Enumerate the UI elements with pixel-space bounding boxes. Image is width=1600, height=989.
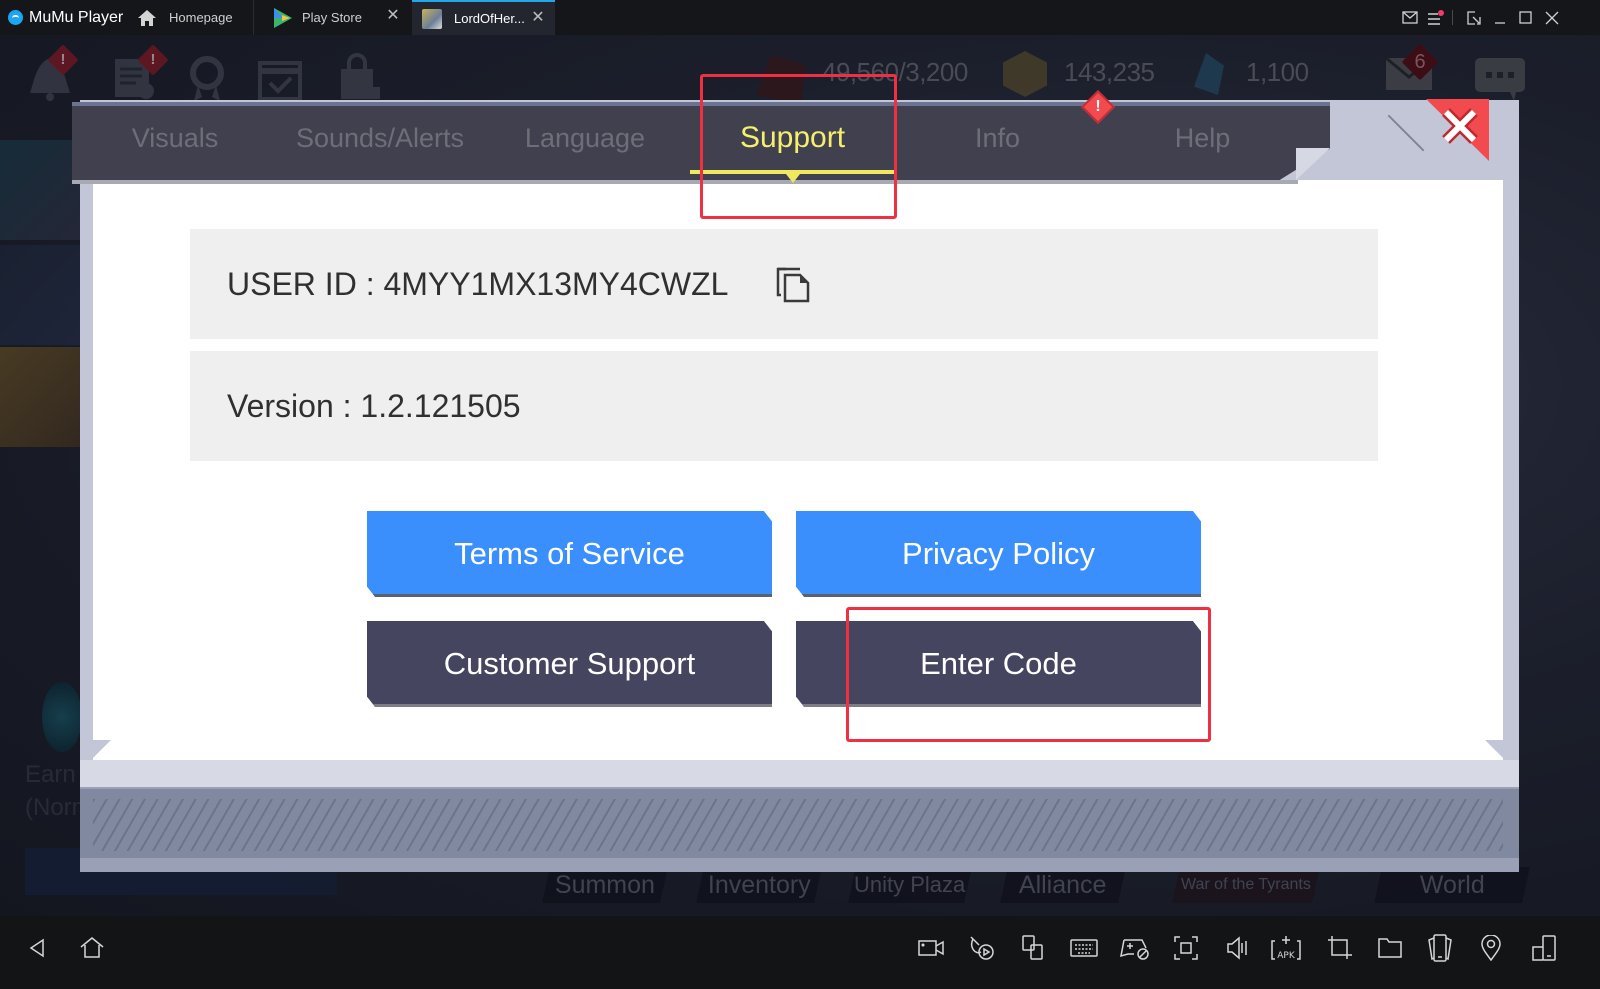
customer-support-button[interactable]: Customer Support xyxy=(367,621,772,707)
rotate-screen-icon[interactable] xyxy=(1422,930,1458,966)
corner-decoration xyxy=(1485,740,1503,758)
user-id-row: USER ID : 4MYY1MX13MY4CWZL xyxy=(190,229,1378,339)
menu-icon[interactable] xyxy=(1423,0,1449,35)
dialog-footer-edge xyxy=(80,760,1519,787)
svg-text:APK: APK xyxy=(1277,951,1296,961)
back-icon[interactable] xyxy=(20,930,56,966)
controls-divider xyxy=(1452,10,1453,25)
tab-help[interactable]: Help xyxy=(1155,118,1250,158)
tabbar-shadow xyxy=(72,180,1298,184)
pin-window-icon[interactable] xyxy=(1461,0,1487,35)
minimize-icon[interactable] xyxy=(1487,0,1513,35)
keyboard-icon[interactable] xyxy=(1066,930,1102,966)
settings-dialog: Visuals Sounds/Alerts Language Support I… xyxy=(72,90,1519,872)
version-text: Version : 1.2.121505 xyxy=(227,387,521,424)
tab-label: Play Store xyxy=(302,10,362,25)
tab-language[interactable]: Language xyxy=(515,118,655,158)
multi-instance-icon[interactable] xyxy=(1015,930,1051,966)
close-x-icon[interactable] xyxy=(1440,106,1480,146)
maximize-icon[interactable] xyxy=(1512,0,1538,35)
footer-stripes xyxy=(93,799,1503,851)
volume-icon[interactable] xyxy=(1219,930,1255,966)
tab-divider xyxy=(253,0,254,35)
tab-sounds-alerts[interactable]: Sounds/Alerts xyxy=(280,118,480,158)
corner-decoration xyxy=(93,740,111,758)
tab-lord-of-heroes[interactable]: LordOfHer... ✕ xyxy=(412,0,555,35)
play-store-icon xyxy=(270,7,292,28)
user-id-text: USER ID : 4MYY1MX13MY4CWZL xyxy=(227,265,729,302)
tab-label: Homepage xyxy=(169,10,233,25)
location-icon[interactable] xyxy=(1473,930,1509,966)
settings-tab-bar xyxy=(72,102,1330,180)
shared-folder-icon[interactable] xyxy=(1372,930,1408,966)
emulator-toolbar: APK xyxy=(0,916,1600,989)
game-thumbnail-icon xyxy=(422,8,442,29)
gamepad-icon[interactable] xyxy=(1117,930,1153,966)
app-name: MuMu Player xyxy=(29,8,124,26)
fullscreen-icon[interactable] xyxy=(1168,930,1204,966)
mail-icon[interactable] xyxy=(1397,0,1423,35)
close-window-icon[interactable] xyxy=(1539,0,1565,35)
record-video-icon[interactable] xyxy=(913,930,949,966)
tab-info[interactable]: Info xyxy=(950,118,1045,158)
tab-homepage[interactable]: Homepage xyxy=(137,0,233,35)
notification-dot xyxy=(1438,9,1444,16)
tab-visuals[interactable]: Visuals xyxy=(120,118,230,158)
terms-of-service-button[interactable]: Terms of Service xyxy=(367,511,772,597)
title-bar: MuMu Player Homepage Play Store ✕ LordOf… xyxy=(0,0,1600,35)
active-tab-pointer xyxy=(786,174,800,183)
tab-label: LordOfHer... xyxy=(454,11,525,26)
privacy-policy-button[interactable]: Privacy Policy xyxy=(796,511,1201,597)
operation-record-icon[interactable] xyxy=(964,930,1000,966)
android-home-icon[interactable] xyxy=(74,930,110,966)
multi-window-icon[interactable] xyxy=(1526,930,1562,966)
copy-icon[interactable] xyxy=(776,265,810,303)
close-tab-icon[interactable]: ✕ xyxy=(386,8,400,24)
mumu-logo-icon xyxy=(8,10,23,25)
close-tab-icon[interactable]: ✕ xyxy=(531,10,545,26)
install-apk-icon[interactable]: APK xyxy=(1268,930,1304,966)
home-icon xyxy=(137,8,157,28)
tab-support[interactable]: Support xyxy=(720,118,865,158)
version-row: Version : 1.2.121505 xyxy=(190,351,1378,461)
dialog-footer xyxy=(80,787,1519,872)
enter-code-button[interactable]: Enter Code xyxy=(796,621,1201,707)
tab-play-store[interactable]: Play Store ✕ xyxy=(270,0,410,35)
footer-bottom xyxy=(80,858,1519,872)
screenshot-crop-icon[interactable] xyxy=(1322,930,1358,966)
app-brand: MuMu Player xyxy=(8,0,123,35)
